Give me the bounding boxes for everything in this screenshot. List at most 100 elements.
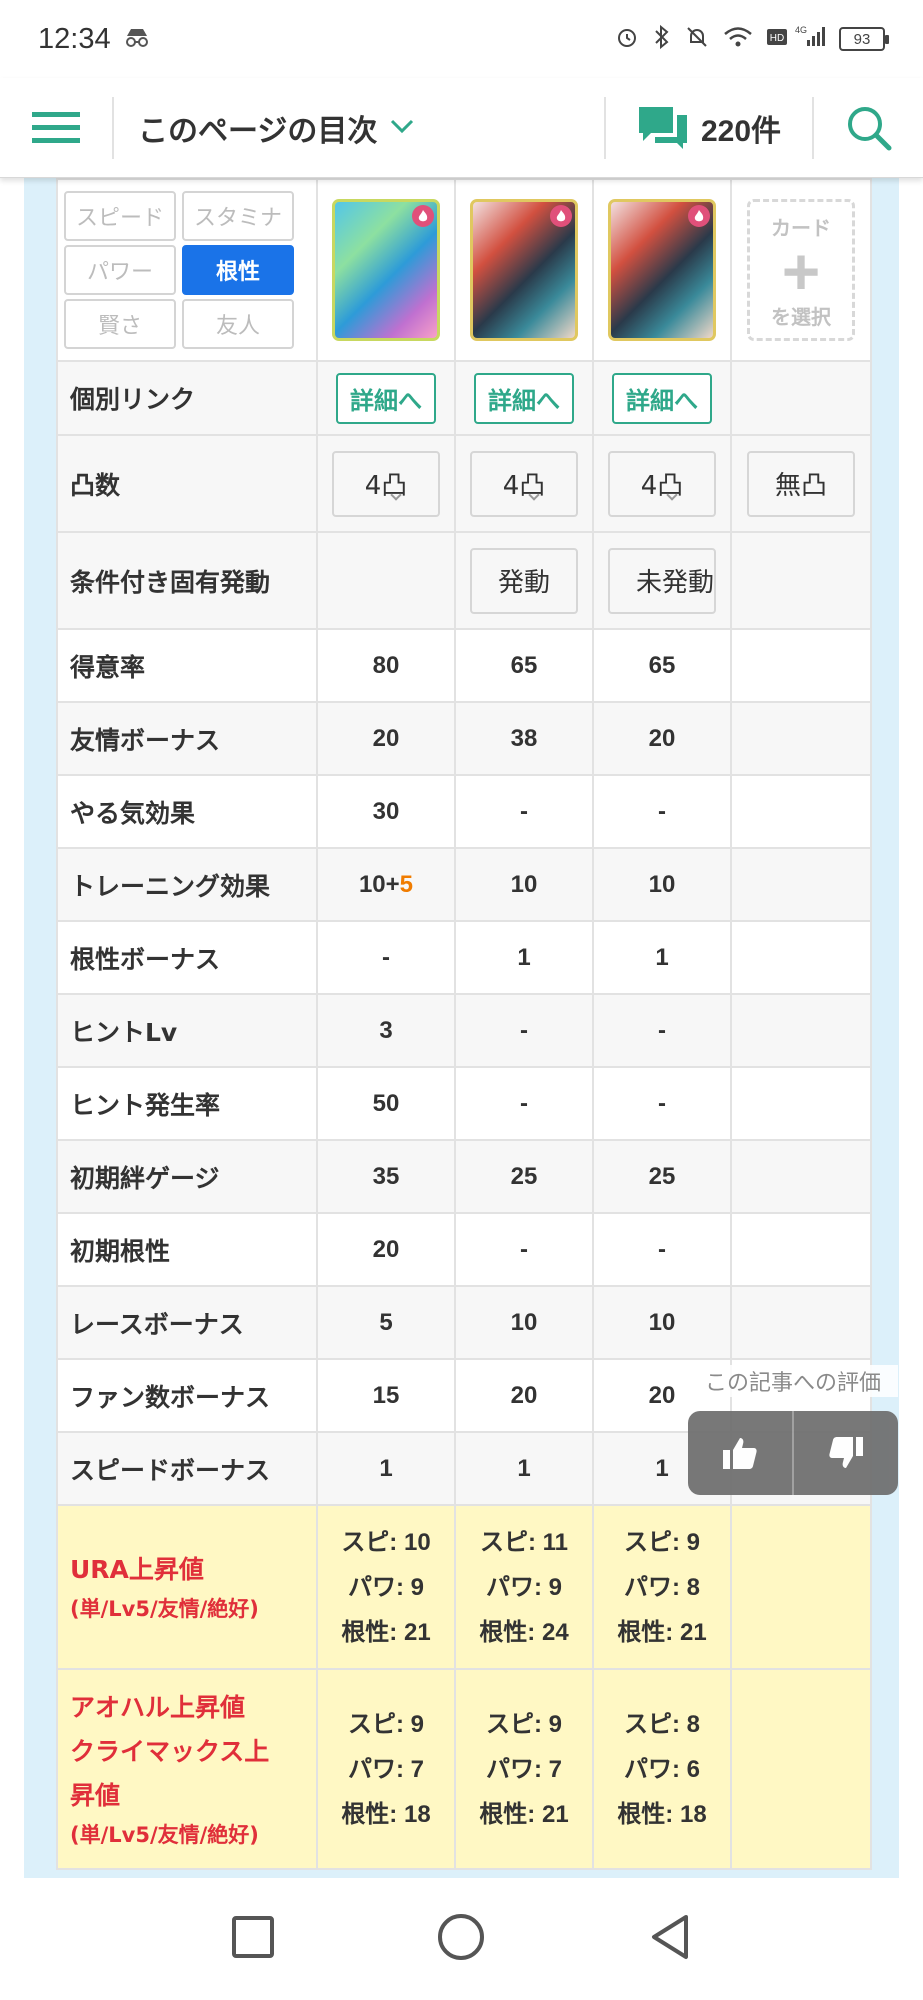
site-header: このページの目次 220件 xyxy=(0,78,923,178)
table-cell xyxy=(730,1066,872,1141)
row-label: 友情ボーナス xyxy=(56,701,318,776)
empty-cell xyxy=(730,1668,872,1870)
table-cell: 25 xyxy=(454,1139,594,1214)
alarm-icon xyxy=(615,25,639,53)
table-cell: 3 xyxy=(316,993,456,1068)
stat-filter-cell: スピード スタミナ パワー 根性 賢さ 友人 xyxy=(56,178,318,362)
stat-filter-group: スピード スタミナ パワー 根性 賢さ 友人 xyxy=(58,183,316,357)
table-cell: - xyxy=(454,1212,594,1287)
svg-text:4G: 4G xyxy=(795,25,807,35)
table-cell: 5 xyxy=(316,1285,456,1360)
row-label: 根性ボーナス xyxy=(56,920,318,995)
select-card-button[interactable]: カード + を選択 xyxy=(747,199,855,341)
detail-link-button[interactable]: 詳細へ xyxy=(474,372,574,424)
filter-speed-button[interactable]: スピード xyxy=(64,191,176,241)
table-cell: 20 xyxy=(592,701,732,776)
thumbs-down-button[interactable] xyxy=(794,1411,898,1495)
battery-indicator: 93 xyxy=(839,27,889,51)
table-cell: 1 xyxy=(454,920,594,995)
row-label: 初期根性 xyxy=(56,1212,318,1287)
select-card-bottom: を選択 xyxy=(771,307,831,329)
card-slot-4: カード + を選択 xyxy=(730,178,872,362)
table-cell: 25 xyxy=(592,1139,732,1214)
table-row: 初期絆ゲージ 35 25 25 xyxy=(56,1139,872,1214)
filter-friend-button[interactable]: 友人 xyxy=(182,299,294,349)
menu-button[interactable] xyxy=(0,78,112,177)
wifi-icon xyxy=(723,26,753,52)
table-cell: スピ: 9 パワ: 7 根性: 18 xyxy=(316,1668,456,1870)
triangle-back-icon xyxy=(652,1915,689,1959)
rating-label: この記事への評価 xyxy=(688,1365,898,1397)
table-cell: - xyxy=(592,1066,732,1141)
table-cell: - xyxy=(454,993,594,1068)
filter-power-button[interactable]: パワー xyxy=(64,245,176,295)
toc-label: このページの目次 xyxy=(138,113,378,149)
empty-cell xyxy=(730,531,872,630)
hamburger-icon xyxy=(32,111,80,143)
table-cell: 30 xyxy=(316,774,456,849)
row-label: やる気効果 xyxy=(56,774,318,849)
support-card-image[interactable] xyxy=(470,199,578,341)
table-cell: - xyxy=(592,774,732,849)
bluetooth-icon xyxy=(653,24,671,54)
comment-count: 220件 xyxy=(700,114,782,148)
support-card-compare-table: スピード スタミナ パワー 根性 賢さ 友人 カード + を選択 個別リンク 詳… xyxy=(56,178,872,1870)
card-slot-2 xyxy=(454,178,594,362)
empty-cell xyxy=(730,1504,872,1670)
limit-break-select[interactable]: 4凸 xyxy=(332,450,440,517)
link-row: 個別リンク 詳細へ 詳細へ 詳細へ xyxy=(56,360,872,436)
table-cell: 20 xyxy=(316,1212,456,1287)
limit-break-select[interactable]: 4凸 xyxy=(608,450,716,517)
table-cell: 10 xyxy=(454,847,594,922)
support-card-image[interactable] xyxy=(332,199,440,341)
table-cell: - xyxy=(454,774,594,849)
unique-activation-select[interactable]: 発動 xyxy=(470,547,578,614)
table-cell: 10 xyxy=(592,1285,732,1360)
table-row: やる気効果 30 - - xyxy=(56,774,872,849)
home-button[interactable] xyxy=(436,1912,486,1966)
detail-link-button[interactable]: 詳細へ xyxy=(612,372,712,424)
table-cell: 20 xyxy=(454,1358,594,1433)
table-cell: 80 xyxy=(316,628,456,703)
table-cell xyxy=(730,1212,872,1287)
table-cell: - xyxy=(454,1066,594,1141)
circle-icon xyxy=(438,1914,485,1960)
filter-stamina-button[interactable]: スタミナ xyxy=(182,191,294,241)
table-cell: 10 xyxy=(454,1285,594,1360)
search-icon xyxy=(847,106,891,150)
search-button[interactable] xyxy=(814,78,923,177)
table-cell xyxy=(730,993,872,1068)
filter-wisdom-button[interactable]: 賢さ xyxy=(64,299,176,349)
conditional-unique-row: 条件付き固有発動 発動 未発動 xyxy=(56,531,872,630)
limit-break-select[interactable]: 4凸 xyxy=(470,450,578,517)
table-cell xyxy=(730,1139,872,1214)
filter-guts-button[interactable]: 根性 xyxy=(182,245,294,295)
table-cell xyxy=(730,701,872,776)
table-cell: 65 xyxy=(592,628,732,703)
recents-button[interactable] xyxy=(231,1915,275,1963)
table-cell: 65 xyxy=(454,628,594,703)
row-label: 個別リンク xyxy=(56,360,318,436)
limit-break-select[interactable]: 無凸 xyxy=(747,450,855,517)
thumbs-up-button[interactable] xyxy=(688,1411,792,1495)
svg-text:HD: HD xyxy=(770,33,784,44)
table-cell: スピ: 9 パワ: 7 根性: 21 xyxy=(454,1668,594,1870)
table-cell: スピ: 9 パワ: 8 根性: 21 xyxy=(592,1504,732,1670)
support-card-image[interactable] xyxy=(608,199,716,341)
table-cell xyxy=(730,628,872,703)
detail-link-button[interactable]: 詳細へ xyxy=(336,372,436,424)
table-cell: 20 xyxy=(316,701,456,776)
row-label: ヒントLv xyxy=(56,993,318,1068)
unique-activation-select[interactable]: 未発動 xyxy=(608,547,716,614)
toc-dropdown[interactable]: このページの目次 xyxy=(114,78,604,177)
comments-button[interactable]: 220件 xyxy=(606,78,812,177)
plus-icon: + xyxy=(781,234,821,308)
back-button[interactable] xyxy=(648,1913,692,1965)
status-time: 12:34 xyxy=(38,22,111,55)
table-cell: 10+5 xyxy=(316,847,456,922)
empty-cell xyxy=(730,360,872,436)
aoharu-gain-row: アオハル上昇値 クライマックス上 昇値 (単/Lv5/友情/絶好) スピ: 9パ… xyxy=(56,1668,872,1870)
table-row: ヒント発生率 50 - - xyxy=(56,1066,872,1141)
row-label: ファン数ボーナス xyxy=(56,1358,318,1433)
table-cell xyxy=(730,847,872,922)
